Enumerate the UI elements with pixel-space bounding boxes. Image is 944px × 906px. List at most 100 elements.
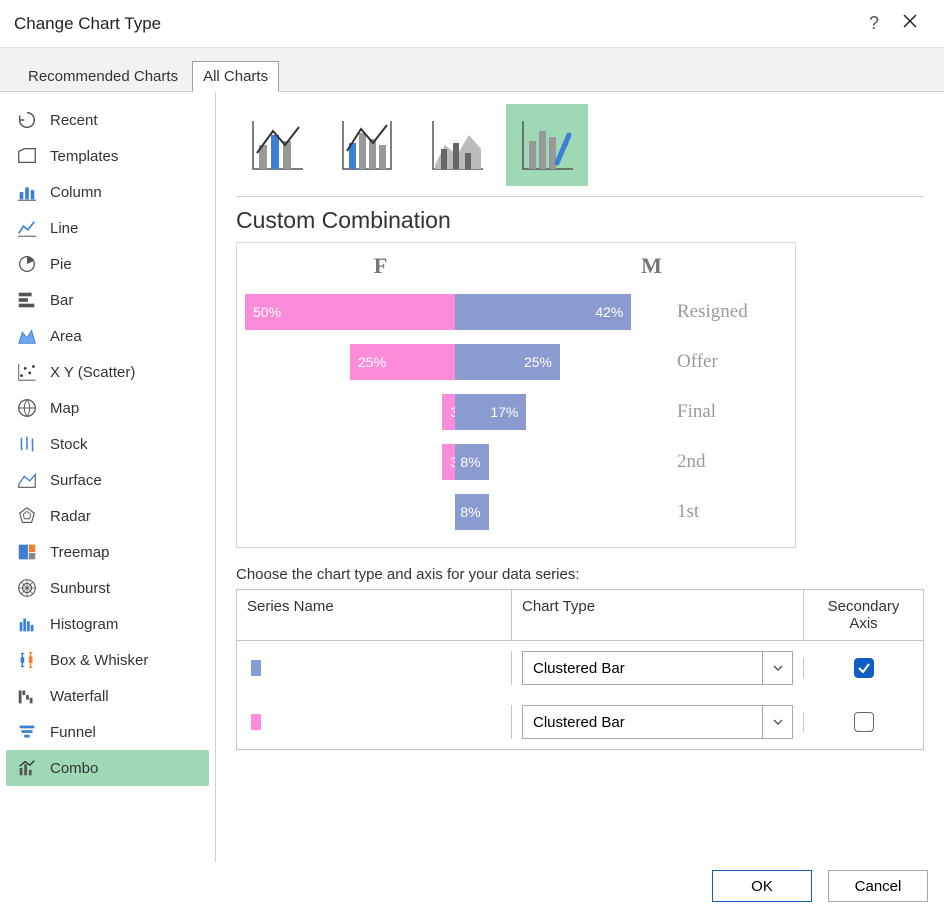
sidebar-item-label: X Y (Scatter): [50, 364, 135, 381]
preview-header-f: F: [245, 253, 516, 279]
preview-row: 8%1st: [245, 487, 787, 537]
chart-type-dropdown[interactable]: Clustered Bar: [522, 651, 793, 685]
dialog-title: Change Chart Type: [14, 14, 858, 34]
sidebar-item-sunburst[interactable]: Sunburst: [6, 570, 209, 606]
ok-button[interactable]: OK: [712, 870, 812, 902]
surface-icon: [14, 468, 40, 492]
sidebar-item-line[interactable]: Line: [6, 210, 209, 246]
preview-m-value: 8%: [460, 454, 480, 470]
series-swatch: [251, 660, 261, 676]
preview-row: 3%8%2nd: [245, 437, 787, 487]
series-caption: Choose the chart type and axis for your …: [236, 566, 924, 583]
recent-icon: [14, 108, 40, 132]
sidebar-item-histogram[interactable]: Histogram: [6, 606, 209, 642]
preview-m-value: 8%: [460, 504, 480, 520]
column-icon: [14, 180, 40, 204]
sidebar-item-label: Area: [50, 328, 82, 345]
chart-type-sidebar: Recent Templates Column Line Pie Bar Are…: [0, 92, 216, 862]
sidebar-item-surface[interactable]: Surface: [6, 462, 209, 498]
sidebar-item-waterfall[interactable]: Waterfall: [6, 678, 209, 714]
preview-m-value: 25%: [524, 354, 552, 370]
box-whisker-icon: [14, 648, 40, 672]
combo-subtype-row: [236, 104, 924, 186]
close-button[interactable]: [890, 13, 930, 34]
tab-bar: Recommended Charts All Charts: [0, 48, 944, 92]
preview-m-value: 17%: [490, 404, 518, 420]
chevron-down-icon: [762, 706, 792, 738]
series-head-type: Chart Type: [511, 590, 803, 640]
sidebar-item-templates[interactable]: Templates: [6, 138, 209, 174]
help-button[interactable]: ?: [858, 13, 890, 34]
stock-icon: [14, 432, 40, 456]
divider: [236, 196, 924, 197]
scatter-icon: [14, 360, 40, 384]
sidebar-item-area[interactable]: Area: [6, 318, 209, 354]
funnel-icon: [14, 720, 40, 744]
section-title: Custom Combination: [236, 207, 924, 234]
sidebar-item-pie[interactable]: Pie: [6, 246, 209, 282]
sidebar-item-label: Stock: [50, 436, 88, 453]
sidebar-item-label: Radar: [50, 508, 91, 525]
combo-icon: [14, 756, 40, 780]
chart-type-value: Clustered Bar: [523, 714, 762, 731]
tab-all-charts[interactable]: All Charts: [192, 61, 279, 92]
series-row: Clustered Bar: [237, 641, 923, 695]
subtype-clustered-column-line-secondary[interactable]: [326, 104, 408, 186]
sidebar-item-radar[interactable]: Radar: [6, 498, 209, 534]
sidebar-item-label: Surface: [50, 472, 102, 489]
preview-category-label: 2nd: [665, 451, 787, 473]
chart-type-value: Clustered Bar: [523, 660, 762, 677]
sidebar-item-column[interactable]: Column: [6, 174, 209, 210]
tab-recommended-charts[interactable]: Recommended Charts: [18, 62, 188, 91]
preview-header-m: M: [516, 253, 787, 279]
preview-row: 50%42%Resigned: [245, 287, 787, 337]
preview-row: 3%17%Final: [245, 387, 787, 437]
chart-type-dropdown[interactable]: Clustered Bar: [522, 705, 793, 739]
secondary-axis-checkbox[interactable]: [854, 712, 874, 732]
sidebar-item-label: Pie: [50, 256, 72, 273]
bar-icon: [14, 288, 40, 312]
preview-row: 25% 25% Offer: [245, 337, 787, 387]
chart-preview[interactable]: F M 50%42%Resigned25%25%Offer3%17%Final3…: [236, 242, 796, 548]
sidebar-item-label: Waterfall: [50, 688, 109, 705]
sidebar-item-combo[interactable]: Combo: [6, 750, 209, 786]
sidebar-item-scatter[interactable]: X Y (Scatter): [6, 354, 209, 390]
waterfall-icon: [14, 684, 40, 708]
sidebar-item-label: Combo: [50, 760, 98, 777]
sunburst-icon: [14, 576, 40, 600]
subtype-stacked-area-column[interactable]: [416, 104, 498, 186]
subtype-clustered-column-line[interactable]: [236, 104, 318, 186]
series-head-axis: Secondary Axis: [803, 590, 923, 640]
sidebar-item-stock[interactable]: Stock: [6, 426, 209, 462]
sidebar-item-treemap[interactable]: Treemap: [6, 534, 209, 570]
preview-f-value: 25%: [358, 354, 386, 370]
sidebar-item-label: Sunburst: [50, 580, 110, 597]
sidebar-item-funnel[interactable]: Funnel: [6, 714, 209, 750]
subtype-custom-combination[interactable]: [506, 104, 588, 186]
sidebar-item-label: Box & Whisker: [50, 652, 148, 669]
main-panel: Custom Combination F M 50%42%Resigned25%…: [216, 92, 944, 862]
series-row: Clustered Bar: [237, 695, 923, 749]
area-icon: [14, 324, 40, 348]
sidebar-item-map[interactable]: Map: [6, 390, 209, 426]
chevron-down-icon: [762, 652, 792, 684]
preview-category-label: Offer: [665, 351, 787, 373]
cancel-button[interactable]: Cancel: [828, 870, 928, 902]
treemap-icon: [14, 540, 40, 564]
sidebar-item-label: Line: [50, 220, 78, 237]
sidebar-item-label: Histogram: [50, 616, 118, 633]
series-table: Series Name Chart Type Secondary Axis Cl…: [236, 589, 924, 750]
line-icon: [14, 216, 40, 240]
histogram-icon: [14, 612, 40, 636]
secondary-axis-checkbox[interactable]: [854, 658, 874, 678]
sidebar-item-label: Bar: [50, 292, 73, 309]
sidebar-item-label: Funnel: [50, 724, 96, 741]
sidebar-item-recent[interactable]: Recent: [6, 102, 209, 138]
sidebar-item-label: Column: [50, 184, 102, 201]
preview-category-label: Resigned: [665, 301, 787, 323]
sidebar-item-label: Recent: [50, 112, 98, 129]
sidebar-item-bar[interactable]: Bar: [6, 282, 209, 318]
sidebar-item-box-whisker[interactable]: Box & Whisker: [6, 642, 209, 678]
pie-icon: [14, 252, 40, 276]
series-swatch: [251, 714, 261, 730]
